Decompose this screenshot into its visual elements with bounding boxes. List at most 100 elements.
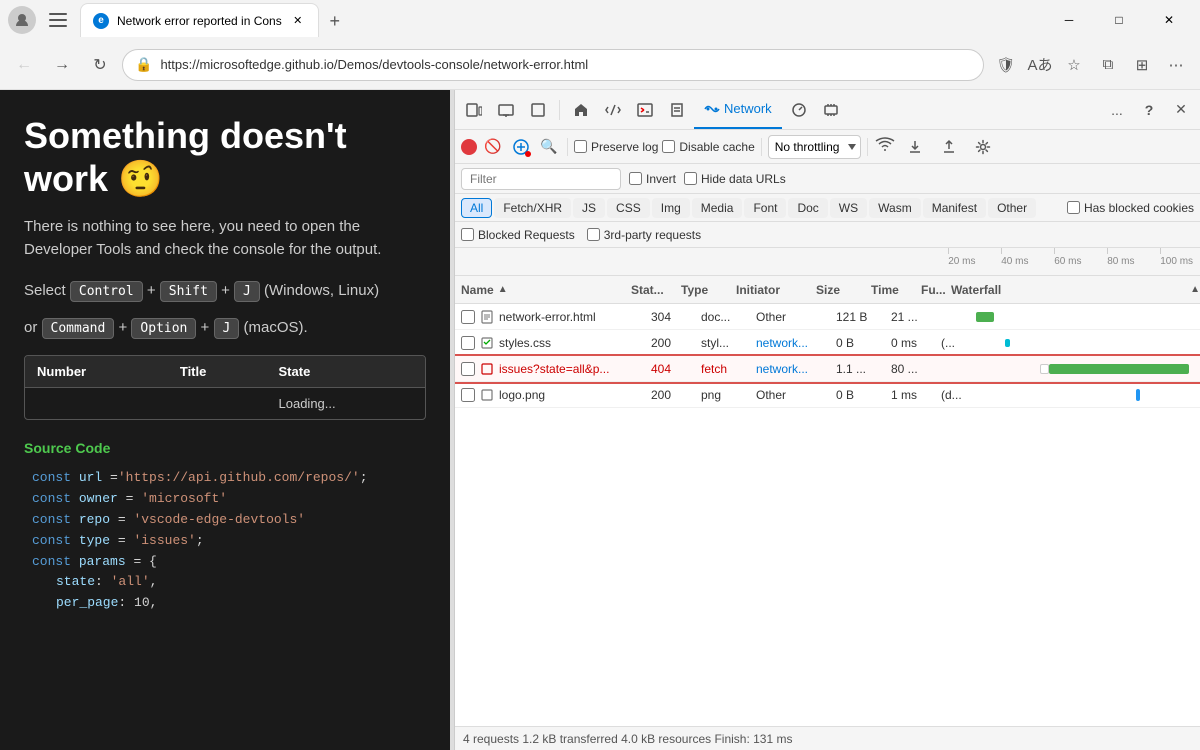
filter-bar: Invert Hide data URLs (455, 164, 1200, 194)
blocked-requests-checkbox[interactable] (461, 228, 474, 241)
collections-icon[interactable]: ⊞ (1126, 49, 1158, 81)
more-tools-button[interactable]: ... (1102, 96, 1132, 124)
row-type-1: doc... (701, 310, 756, 324)
home-button[interactable] (566, 96, 596, 124)
read-aloud-icon[interactable]: Aあ (1024, 49, 1056, 81)
filter-media[interactable]: Media (692, 198, 743, 218)
j-key-2: J (214, 318, 240, 339)
col-size-header[interactable]: Size (816, 283, 871, 297)
record-button[interactable] (461, 139, 477, 155)
preserve-log-checkbox[interactable] (574, 140, 587, 153)
row-checkbox-1[interactable] (461, 310, 475, 324)
filter-other[interactable]: Other (988, 198, 1036, 218)
invert-checkbox[interactable] (629, 172, 642, 185)
throttle-select[interactable]: No throttling Fast 3G Slow 3G Offline (768, 135, 861, 159)
loading-text: Loading... (267, 388, 425, 420)
forward-button[interactable]: → (46, 49, 78, 81)
screencast-button[interactable] (491, 96, 521, 124)
more-button[interactable]: ⋯ (1160, 49, 1192, 81)
row-icon-1 (479, 309, 495, 325)
network-tab-button[interactable]: Network (694, 91, 782, 129)
search-button[interactable]: 🔍 (537, 135, 561, 159)
export-icon[interactable] (934, 133, 964, 161)
col-waterfall-header[interactable]: Waterfall ▲ (951, 283, 1200, 297)
row-initiator-1: Other (756, 310, 836, 324)
col-time-header[interactable]: Time (871, 283, 921, 297)
blocked-requests-label[interactable]: Blocked Requests (461, 228, 575, 242)
help-button[interactable]: ? (1134, 96, 1164, 124)
waterfall-bar-2 (1005, 339, 1010, 347)
split-screen-icon[interactable]: ⧉ (1092, 49, 1124, 81)
code-block: const url ='https://api.github.com/repos… (24, 468, 426, 614)
col-status-header[interactable]: Stat... (631, 283, 681, 297)
table-row[interactable]: network-error.html 304 doc... Other 121 … (455, 304, 1200, 330)
hide-data-label[interactable]: Hide data URLs (684, 172, 786, 186)
minimize-button[interactable]: ─ (1046, 5, 1092, 35)
col-type-header[interactable]: Type (681, 283, 736, 297)
detach-button[interactable] (523, 96, 553, 124)
filter-img[interactable]: Img (652, 198, 690, 218)
row-waterfall-1 (971, 304, 1200, 329)
has-blocked-cookies-checkbox[interactable] (1067, 201, 1080, 214)
table-row[interactable]: logo.png 200 png Other 0 B 1 ms (d... (455, 382, 1200, 408)
user-avatar[interactable] (8, 6, 36, 34)
filter-all[interactable]: All (461, 198, 492, 218)
wifi-icon[interactable] (874, 136, 896, 157)
clear-button[interactable]: 🚫 (481, 135, 505, 159)
filter-manifest[interactable]: Manifest (923, 198, 986, 218)
table-row[interactable]: styles.css 200 styl... network... 0 B 0 … (455, 330, 1200, 356)
tick-40ms: 40 ms (1001, 256, 1028, 267)
sources-button[interactable] (662, 96, 692, 124)
security-icon[interactable]: 🛡 (990, 49, 1022, 81)
import-icon[interactable] (900, 133, 930, 161)
performance-button[interactable] (784, 96, 814, 124)
third-party-label[interactable]: 3rd-party requests (587, 228, 701, 242)
third-party-checkbox[interactable] (587, 228, 600, 241)
browser-tab-active[interactable]: Network error reported in Cons ✕ (80, 3, 319, 37)
filter-js[interactable]: JS (573, 198, 605, 218)
row-checkbox-4[interactable] (461, 388, 475, 402)
tab-close-button[interactable]: ✕ (290, 13, 306, 29)
close-button[interactable]: ✕ (1146, 5, 1192, 35)
disable-cache-label[interactable]: Disable cache (662, 140, 754, 154)
device-toggle-button[interactable] (459, 96, 489, 124)
col-initiator-header[interactable]: Initiator (736, 283, 816, 297)
memory-button[interactable] (816, 96, 846, 124)
source-code-label: Source Code (24, 440, 426, 456)
hide-data-checkbox[interactable] (684, 172, 697, 185)
filter-doc[interactable]: Doc (788, 198, 827, 218)
favorites-icon[interactable]: ☆ (1058, 49, 1090, 81)
row-checkbox-3[interactable] (461, 362, 475, 376)
console-button[interactable] (630, 96, 660, 124)
filter-ws[interactable]: WS (830, 198, 867, 218)
filter-fetch-xhr[interactable]: Fetch/XHR (494, 198, 571, 218)
issues-data-table: Number Title State Loading... (25, 356, 425, 419)
preserve-log-label[interactable]: Preserve log (574, 140, 658, 154)
url-text: https://microsoftedge.github.io/Demos/de… (160, 57, 971, 72)
sidebar-toggle-button[interactable] (44, 6, 72, 34)
back-button[interactable]: ← (8, 49, 40, 81)
elements-button[interactable] (598, 96, 628, 124)
col-fu-header[interactable]: Fu... (921, 283, 951, 297)
row-type-4: png (701, 388, 756, 402)
row-fu-2: (... (941, 336, 971, 350)
filter-css[interactable]: CSS (607, 198, 650, 218)
url-bar[interactable]: 🔒 https://microsoftedge.github.io/Demos/… (122, 49, 984, 81)
col-name-header[interactable]: Name ▲ (461, 283, 631, 297)
filter-wasm[interactable]: Wasm (869, 198, 921, 218)
disable-cache-checkbox[interactable] (662, 140, 675, 153)
fetch-intercept-button[interactable] (509, 135, 533, 159)
browser-frame: Network error reported in Cons ✕ + ─ □ ✕… (0, 0, 1200, 750)
network-settings-button[interactable] (968, 133, 998, 161)
filter-font[interactable]: Font (744, 198, 786, 218)
row-checkbox-2[interactable] (461, 336, 475, 350)
maximize-button[interactable]: □ (1096, 5, 1142, 35)
has-blocked-cookies-label[interactable]: Has blocked cookies (1067, 201, 1194, 215)
row-name-1: network-error.html (499, 310, 651, 324)
invert-label[interactable]: Invert (629, 172, 676, 186)
new-tab-button[interactable]: + (319, 5, 351, 37)
devtools-close-button[interactable]: ✕ (1166, 96, 1196, 124)
filter-input[interactable] (461, 168, 621, 190)
refresh-button[interactable]: ↻ (84, 49, 116, 81)
table-row-error[interactable]: issues?state=all&p... 404 fetch network.… (455, 356, 1200, 382)
